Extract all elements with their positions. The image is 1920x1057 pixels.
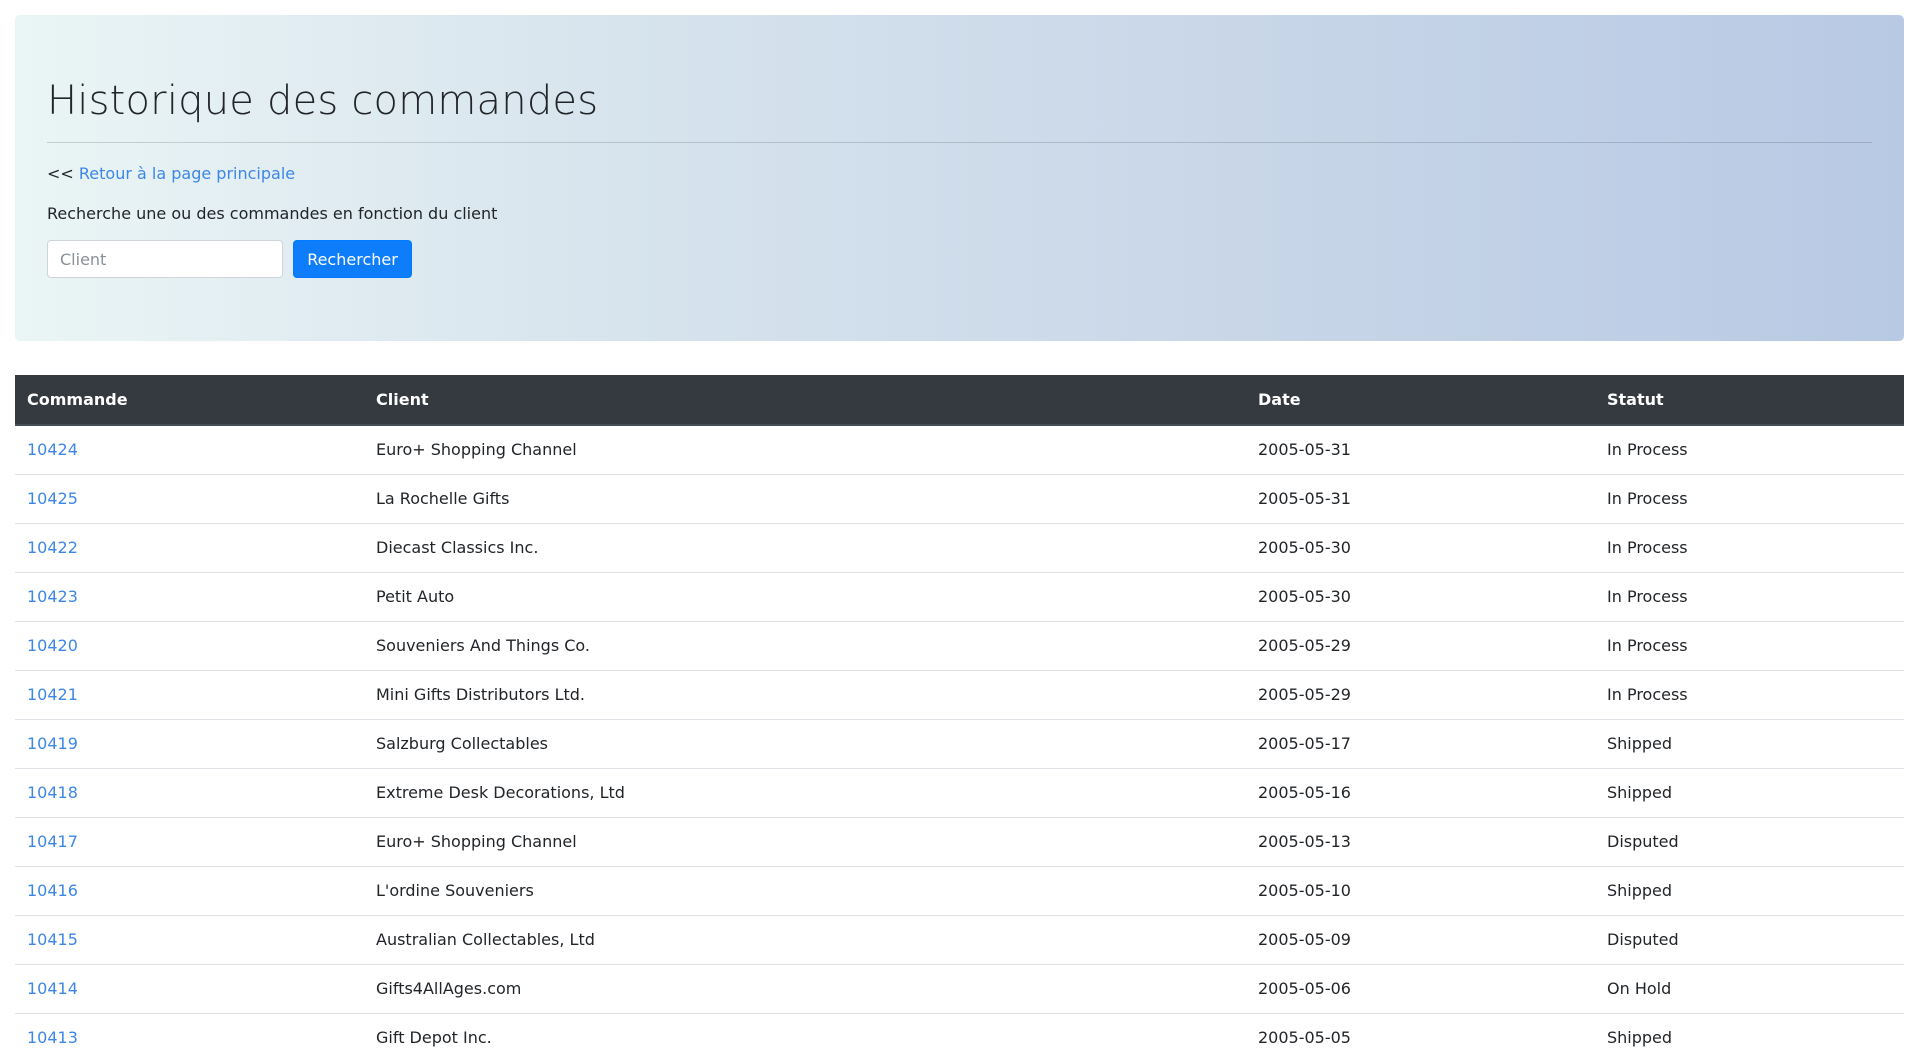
order-number-cell: 10419 <box>15 719 364 769</box>
order-number-link[interactable]: 10425 <box>27 489 78 508</box>
order-number-cell: 10415 <box>15 915 364 965</box>
back-prefix: << <box>47 164 74 183</box>
date-cell: 2005-05-17 <box>1246 719 1595 769</box>
table-row: 10422 Diecast Classics Inc. 2005-05-30 In P… <box>15 523 1904 573</box>
order-number-link[interactable]: 10417 <box>27 832 78 851</box>
orders-table-header: Commande Client Date Statut <box>15 375 1904 426</box>
column-header-commande: Commande <box>15 375 364 426</box>
order-number-link[interactable]: 10424 <box>27 440 78 459</box>
status-cell: In Process <box>1595 670 1904 720</box>
status-cell: Shipped <box>1595 866 1904 916</box>
status-cell: Shipped <box>1595 1013 1904 1057</box>
header-row: Commande Client Date Statut <box>15 375 1904 426</box>
status-cell: Disputed <box>1595 915 1904 965</box>
page-title: Historique des commandes <box>47 78 599 124</box>
header-panel: Historique des commandes << Retour à la … <box>15 15 1904 341</box>
orders-table-body: 10424 Euro+ Shopping Channel 2005-05-31 In … <box>15 425 1904 1057</box>
client-cell: Diecast Classics Inc. <box>364 523 1246 573</box>
client-cell: Petit Auto <box>364 572 1246 622</box>
status-cell: In Process <box>1595 621 1904 671</box>
client-cell: Euro+ Shopping Channel <box>364 817 1246 867</box>
order-number-cell: 10418 <box>15 768 364 818</box>
date-cell: 2005-05-31 <box>1246 425 1595 475</box>
order-number-cell: 10423 <box>15 572 364 622</box>
page: Historique des commandes << Retour à la … <box>0 0 1920 1057</box>
title-divider <box>47 142 1872 143</box>
date-cell: 2005-05-16 <box>1246 768 1595 818</box>
order-number-link[interactable]: 10415 <box>27 930 78 949</box>
order-number-link[interactable]: 10423 <box>27 587 78 606</box>
status-cell: In Process <box>1595 572 1904 622</box>
search-button[interactable]: Rechercher <box>293 240 412 278</box>
client-cell: Gifts4AllAges.com <box>364 964 1246 1014</box>
order-number-link[interactable]: 10419 <box>27 734 78 753</box>
table-row: 10417 Euro+ Shopping Channel 2005-05-13 Dis… <box>15 817 1904 867</box>
date-cell: 2005-05-09 <box>1246 915 1595 965</box>
date-cell: 2005-05-29 <box>1246 670 1595 720</box>
table-row: 10418 Extreme Desk Decorations, Ltd 2005-0… <box>15 768 1904 818</box>
order-number-link[interactable]: 10414 <box>27 979 78 998</box>
client-cell: Extreme Desk Decorations, Ltd <box>364 768 1246 818</box>
table-row: 10416 L'ordine Souveniers 2005-05-10 Shippe… <box>15 866 1904 916</box>
orders-table: Commande Client Date Statut 10424 Euro+ S… <box>15 375 1904 1057</box>
order-number-cell: 10414 <box>15 964 364 1014</box>
column-header-statut: Statut <box>1595 375 1904 426</box>
order-number-link[interactable]: 10422 <box>27 538 78 557</box>
date-cell: 2005-05-13 <box>1246 817 1595 867</box>
table-row: 10419 Salzburg Collectables 2005-05-17 Ship… <box>15 719 1904 769</box>
client-cell: Mini Gifts Distributors Ltd. <box>364 670 1246 720</box>
status-cell: On Hold <box>1595 964 1904 1014</box>
client-cell: Australian Collectables, Ltd <box>364 915 1246 965</box>
date-cell: 2005-05-06 <box>1246 964 1595 1014</box>
order-number-link[interactable]: 10420 <box>27 636 78 655</box>
status-cell: In Process <box>1595 474 1904 524</box>
order-number-cell: 10422 <box>15 523 364 573</box>
order-number-link[interactable]: 10413 <box>27 1028 78 1047</box>
order-number-cell: 10421 <box>15 670 364 720</box>
date-cell: 2005-05-05 <box>1246 1013 1595 1057</box>
client-cell: Salzburg Collectables <box>364 719 1246 769</box>
table-row: 10421 Mini Gifts Distributors Ltd. 2005-05… <box>15 670 1904 720</box>
order-number-cell: 10425 <box>15 474 364 524</box>
date-cell: 2005-05-31 <box>1246 474 1595 524</box>
status-cell: Shipped <box>1595 719 1904 769</box>
date-cell: 2005-05-29 <box>1246 621 1595 671</box>
order-number-cell: 10413 <box>15 1013 364 1057</box>
back-link-line: << Retour à la page principale <box>47 162 295 186</box>
date-cell: 2005-05-30 <box>1246 523 1595 573</box>
date-cell: 2005-05-30 <box>1246 572 1595 622</box>
status-cell: Shipped <box>1595 768 1904 818</box>
status-cell: In Process <box>1595 523 1904 573</box>
client-search-input[interactable] <box>47 240 283 278</box>
column-header-date: Date <box>1246 375 1595 426</box>
table-row: 10413 Gift Depot Inc. 2005-05-05 Shipped <box>15 1013 1904 1057</box>
table-row: 10415 Australian Collectables, Ltd 2005-05… <box>15 915 1904 965</box>
client-cell: Euro+ Shopping Channel <box>364 425 1246 475</box>
order-number-link[interactable]: 10421 <box>27 685 78 704</box>
back-to-home-link[interactable]: Retour à la page principale <box>79 164 295 183</box>
table-row: 10423 Petit Auto 2005-05-30 In Process <box>15 572 1904 622</box>
table-row: 10420 Souveniers And Things Co. 2005-05-29… <box>15 621 1904 671</box>
search-description: Recherche une ou des commandes en foncti… <box>47 204 498 223</box>
order-number-cell: 10424 <box>15 425 364 475</box>
table-row: 10414 Gifts4AllAges.com 2005-05-06 On Hold <box>15 964 1904 1014</box>
client-cell: La Rochelle Gifts <box>364 474 1246 524</box>
table-row: 10424 Euro+ Shopping Channel 2005-05-31 In … <box>15 425 1904 475</box>
client-cell: Gift Depot Inc. <box>364 1013 1246 1057</box>
status-cell: In Process <box>1595 425 1904 475</box>
order-number-cell: 10416 <box>15 866 364 916</box>
column-header-client: Client <box>364 375 1246 426</box>
client-cell: Souveniers And Things Co. <box>364 621 1246 671</box>
order-number-cell: 10420 <box>15 621 364 671</box>
order-number-cell: 10417 <box>15 817 364 867</box>
order-number-link[interactable]: 10418 <box>27 783 78 802</box>
status-cell: Disputed <box>1595 817 1904 867</box>
order-number-link[interactable]: 10416 <box>27 881 78 900</box>
client-cell: L'ordine Souveniers <box>364 866 1246 916</box>
table-row: 10425 La Rochelle Gifts 2005-05-31 In Proce… <box>15 474 1904 524</box>
date-cell: 2005-05-10 <box>1246 866 1595 916</box>
